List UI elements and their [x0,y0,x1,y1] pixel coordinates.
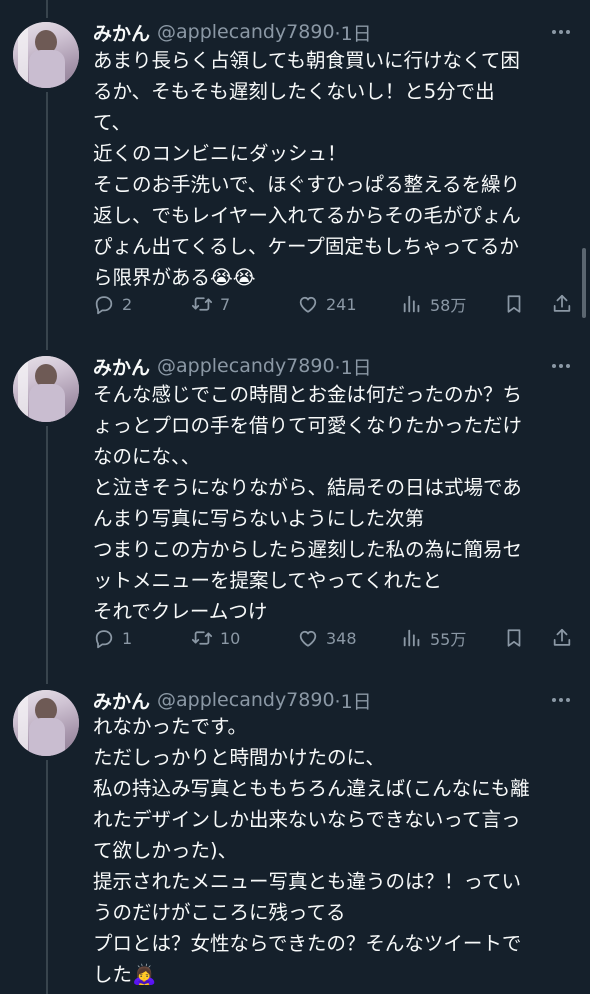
tweet-header: みかん @applecandy7890 ·1日 [93,686,372,714]
views-icon [403,629,420,647]
like-count: 348 [326,628,357,648]
display-name[interactable]: みかん [93,19,150,46]
tweet-header: みかん @applecandy7890 ·1日 [93,352,372,380]
user-handle[interactable]: @applecandy7890 [157,689,335,711]
more-icon[interactable] [548,690,574,710]
tweet-text: れなかったです。 ただしっかりと時間かけたのに、 私の持込み写真とももちろん違え… [93,711,573,990]
action-bar: 1 10 348 55万 [93,624,580,652]
tweet-text-line: 私の持込み写真とももちろん違えば(こんなにも離 [93,777,530,800]
thread-line [46,760,48,994]
retweet-button[interactable]: 10 [191,624,240,652]
bookmark-button[interactable] [503,624,525,652]
like-icon [299,630,317,647]
tweet-text-line: それでクレームつけ [93,600,268,623]
more-icon[interactable] [548,22,574,42]
tweet-header: みかん @applecandy7890 ·1日 [93,18,372,46]
retweet-icon [191,297,213,311]
tweet-text-line: 提示されたメニュー写真とも違うのは？！ってい [93,870,522,893]
tweet-text-line: れたデザインしか出来ないならできないって言っ [93,808,521,831]
tweet-text-line: ただしっかりと時間かけたのに、 [93,746,385,769]
retweet-button[interactable]: 7 [191,290,230,318]
avatar[interactable] [13,22,79,88]
retweet-count: 10 [220,628,241,648]
tweet-text-line: 返し、でもレイヤー入れてるからその毛がぴょん [93,204,521,227]
tweet-text-line: プロとは？女性ならできたの？そんなツイートで [93,932,522,955]
avatar[interactable] [13,356,79,422]
more-icon[interactable] [548,356,574,376]
thread-line [46,0,48,18]
like-button[interactable]: 241 [297,290,357,318]
tweet-text-line: ットメニューを提案してやってくれたと [93,569,442,592]
scrollbar[interactable] [582,248,586,318]
retweet-count: 7 [220,294,231,314]
share-icon [553,628,571,646]
tweet-text-line: そこのお手洗いで、ほぐすひっぱる整えるを繰り [93,173,521,196]
tweet-text: あまり長らく占領しても朝食買いに行けなくて困 るか、そもそも遅刻したくないし！と… [93,45,573,293]
reply-button[interactable]: 2 [93,290,132,318]
display-name[interactable]: みかん [93,687,150,714]
tweet-text-line: ぴょん出てくるし、ケープ固定もしちゃってるか [93,235,519,258]
reply-button[interactable]: 1 [93,624,132,652]
tweet-text-line: て欲しかった)、 [93,839,238,862]
views-count: 55万 [430,630,467,649]
tweet-text-line: 近くのコンビニにダッシュ！ [93,142,347,165]
display-name[interactable]: みかん [93,353,150,380]
tweet-text: そんな感じでこの時間とお金は何だったのか？ち ょっとプロの手を借りて可愛くなりた… [93,379,573,627]
reply-count: 2 [122,294,133,314]
reply-count: 1 [122,628,133,648]
share-button[interactable] [551,290,573,318]
tweet-text-line: つまりこの方からしたら遅刻した私の為に簡易セ [93,538,523,561]
bookmark-icon [507,295,521,313]
reply-icon [95,296,113,315]
tweet-text-line: て、 [93,111,132,134]
thread-line [46,426,48,684]
views-button[interactable]: 58万 [401,290,466,318]
tweet-text-line: んまり写真に写らないようにした次第 [93,507,425,530]
like-count: 241 [326,294,357,314]
share-icon [553,294,571,312]
tweet-text-line: と泣きそうになりながら、結局その日は式場であ [93,476,522,499]
timestamp[interactable]: ·1日 [335,19,372,46]
views-icon [403,295,420,313]
tweet-text-line: そんな感じでこの時間とお金は何だったのか？ち [93,383,523,406]
bookmark-icon [507,629,521,647]
views-button[interactable]: 55万 [401,624,466,652]
bookmark-button[interactable] [503,290,525,318]
like-button[interactable]: 348 [297,624,357,652]
retweet-icon [191,631,213,645]
timestamp[interactable]: ·1日 [335,687,372,714]
tweet-text-line: るか、そもそも遅刻したくないし！と5分で出 [93,80,495,103]
tweet-text-line: あまり長らく占領しても朝食買いに行けなくて困 [93,49,520,72]
tweet-text-line: ょっとプロの手を借りて可愛くなりたかっただけ [93,414,523,437]
action-bar: 2 7 241 58万 [93,290,580,318]
tweet-text-line: れなかったです。 [93,715,248,738]
views-count: 58万 [430,296,467,315]
user-handle[interactable]: @applecandy7890 [157,21,335,43]
avatar[interactable] [13,690,79,756]
tweet-text-line: した🙇‍♀️ [93,963,157,986]
tweet-text-line: うのだけがこころに残ってる [93,901,346,924]
share-button[interactable] [551,624,573,652]
like-icon [299,296,317,313]
user-handle[interactable]: @applecandy7890 [157,355,335,377]
reply-icon [95,630,113,649]
timestamp[interactable]: ·1日 [335,353,372,380]
thread-line [46,92,48,350]
tweet-text-line: ら限界がある😭😭 [93,266,256,289]
tweet-text-line: なのにな、、 [93,445,201,468]
